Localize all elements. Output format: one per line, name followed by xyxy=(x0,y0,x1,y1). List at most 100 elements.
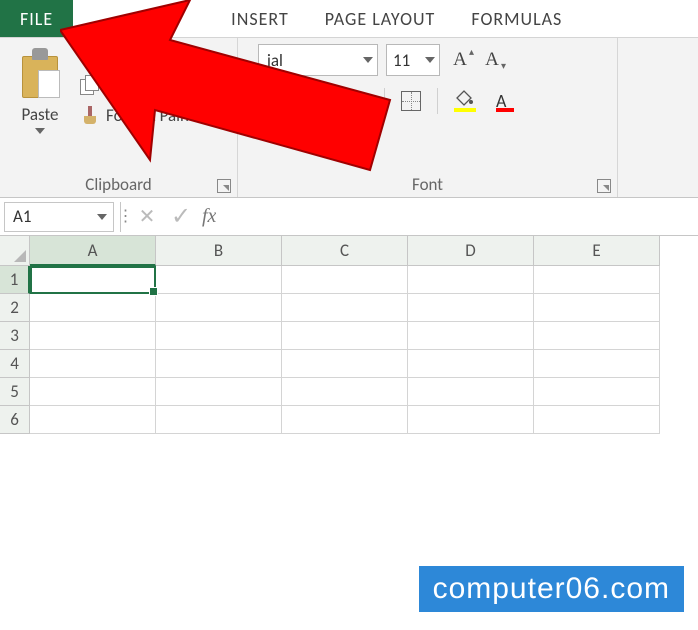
cancel-formula-button[interactable]: ✕ xyxy=(130,204,164,229)
borders-button[interactable] xyxy=(401,91,421,111)
shrink-font-button[interactable]: A xyxy=(480,49,504,71)
paste-icon xyxy=(18,48,62,100)
tab-hidden-area xyxy=(73,0,213,37)
scissors-icon xyxy=(80,44,100,64)
cell[interactable] xyxy=(282,266,408,294)
cell[interactable] xyxy=(30,406,156,434)
cell[interactable] xyxy=(408,322,534,350)
copy-label: C xyxy=(106,74,115,95)
bold-button[interactable]: B xyxy=(258,90,284,112)
cell[interactable] xyxy=(156,322,282,350)
worksheet-grid: A B C D E 1 2 3 4 5 xyxy=(0,236,698,434)
row-header-4[interactable]: 4 xyxy=(0,350,30,378)
cell[interactable] xyxy=(156,350,282,378)
table-row: 3 xyxy=(0,322,698,350)
cell[interactable] xyxy=(282,378,408,406)
paste-label: Paste xyxy=(22,104,59,125)
cell[interactable] xyxy=(408,294,534,322)
font-size-selector[interactable]: 11 xyxy=(386,44,440,76)
column-header-d[interactable]: D xyxy=(408,236,534,266)
cell[interactable] xyxy=(534,406,660,434)
cell[interactable] xyxy=(30,322,156,350)
cut-button[interactable] xyxy=(80,44,209,64)
copy-icon xyxy=(80,75,100,95)
cell[interactable] xyxy=(282,294,408,322)
formula-bar: A1 ⋮ ✕ ✓ fx xyxy=(0,198,698,236)
font-size-value: 11 xyxy=(393,50,410,71)
cell-a1[interactable] xyxy=(30,266,156,294)
tab-insert[interactable]: INSERT xyxy=(213,0,307,37)
clipboard-group-label: Clipboard xyxy=(0,171,237,197)
fill-color-button[interactable] xyxy=(454,90,480,112)
table-row: 2 xyxy=(0,294,698,322)
watermark: computer06.com xyxy=(419,566,684,612)
table-row: 5 xyxy=(0,378,698,406)
format-painter-label: Format Painter xyxy=(106,105,209,126)
insert-function-button[interactable]: fx xyxy=(202,205,216,228)
chevron-down-icon xyxy=(363,57,373,63)
table-row: 6 xyxy=(0,406,698,434)
cell[interactable] xyxy=(156,266,282,294)
name-box[interactable]: A1 xyxy=(4,202,114,232)
column-header-e[interactable]: E xyxy=(534,236,660,266)
cell[interactable] xyxy=(534,294,660,322)
brush-icon xyxy=(80,106,100,126)
ribbon: Paste C Format Painter xyxy=(0,38,698,198)
grow-font-button[interactable]: A xyxy=(448,49,472,71)
clipboard-dialog-launcher[interactable] xyxy=(217,179,231,193)
tab-formulas[interactable]: FORMULAS xyxy=(453,0,580,37)
column-header-b[interactable]: B xyxy=(156,236,282,266)
table-row: 1 xyxy=(0,266,698,294)
cell[interactable] xyxy=(408,406,534,434)
cell[interactable] xyxy=(282,406,408,434)
font-dialog-launcher[interactable] xyxy=(597,179,611,193)
row-header-3[interactable]: 3 xyxy=(0,322,30,350)
format-painter-button[interactable]: Format Painter xyxy=(80,105,209,126)
row-header-5[interactable]: 5 xyxy=(0,378,30,406)
chevron-down-icon xyxy=(97,214,107,220)
paste-button[interactable]: Paste xyxy=(8,44,72,134)
cell[interactable] xyxy=(534,322,660,350)
column-header-a[interactable]: A xyxy=(30,236,156,266)
cell[interactable] xyxy=(30,350,156,378)
ribbon-tab-strip: FILE INSERT PAGE LAYOUT FORMULAS xyxy=(0,0,698,38)
bucket-icon xyxy=(454,90,474,106)
tab-page-layout[interactable]: PAGE LAYOUT xyxy=(307,0,454,37)
cell[interactable] xyxy=(30,294,156,322)
row-header-1[interactable]: 1 xyxy=(0,266,30,294)
copy-button[interactable]: C xyxy=(80,74,209,95)
underline-button[interactable]: U xyxy=(342,90,368,112)
column-header-c[interactable]: C xyxy=(282,236,408,266)
group-font: ial 11 A A B I U xyxy=(238,38,618,197)
table-row: 4 xyxy=(0,350,698,378)
cell[interactable] xyxy=(282,350,408,378)
cell[interactable] xyxy=(156,294,282,322)
formula-input[interactable] xyxy=(216,202,698,232)
name-box-value: A1 xyxy=(13,206,31,227)
paste-dropdown-icon[interactable] xyxy=(35,128,45,134)
cell[interactable] xyxy=(408,350,534,378)
cell[interactable] xyxy=(408,378,534,406)
font-group-label: Font xyxy=(238,171,617,197)
cell[interactable] xyxy=(534,350,660,378)
formula-bar-divider: ⋮ xyxy=(120,202,130,232)
cell[interactable] xyxy=(534,266,660,294)
font-color-button[interactable]: A xyxy=(496,90,522,112)
enter-formula-button[interactable]: ✓ xyxy=(164,202,198,231)
cell[interactable] xyxy=(156,378,282,406)
row-header-2[interactable]: 2 xyxy=(0,294,30,322)
cell[interactable] xyxy=(534,378,660,406)
font-name-selector[interactable]: ial xyxy=(258,44,378,76)
column-headers: A B C D E xyxy=(0,236,698,266)
cell[interactable] xyxy=(30,378,156,406)
cell[interactable] xyxy=(282,322,408,350)
cell[interactable] xyxy=(156,406,282,434)
select-all-corner[interactable] xyxy=(0,236,30,266)
chevron-down-icon xyxy=(425,57,435,63)
cell[interactable] xyxy=(408,266,534,294)
row-header-6[interactable]: 6 xyxy=(0,406,30,434)
file-tab[interactable]: FILE xyxy=(0,0,73,37)
font-name-value: ial xyxy=(267,50,283,71)
italic-button[interactable]: I xyxy=(300,90,326,112)
group-clipboard: Paste C Format Painter xyxy=(0,38,238,197)
